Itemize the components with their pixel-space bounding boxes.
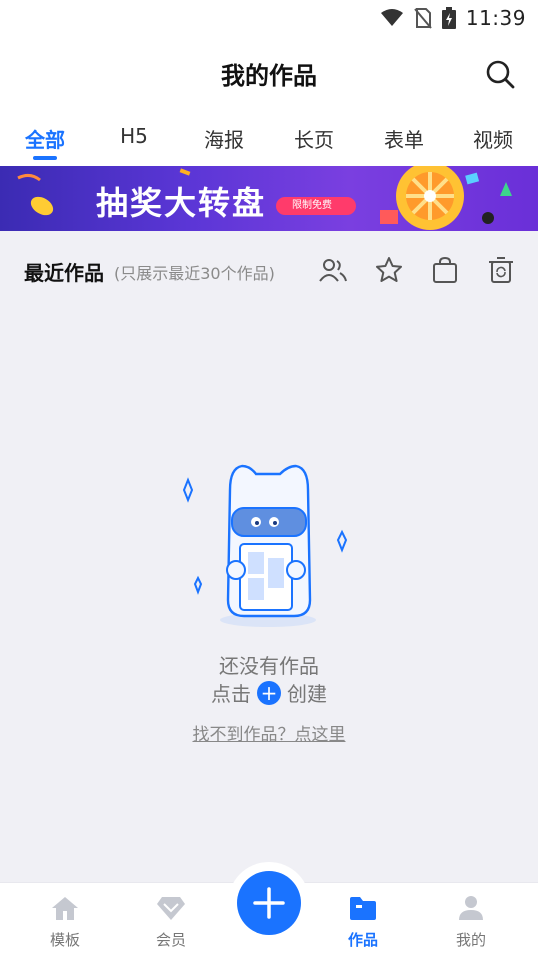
- tab-poster[interactable]: 海报: [179, 124, 269, 153]
- nav-mine[interactable]: 我的: [436, 895, 506, 950]
- section-note: (只展示最近30个作品): [114, 264, 275, 283]
- recent-works-header: 最近作品 (只展示最近30个作品): [0, 231, 538, 307]
- nav-label-mine: 我的: [455, 931, 486, 949]
- active-tab-indicator: [33, 156, 57, 160]
- tab-form[interactable]: 表单: [359, 124, 449, 153]
- status-time: 11:39: [465, 6, 526, 30]
- find-works-link[interactable]: 找不到作品？点这里: [0, 720, 538, 745]
- promo-banner[interactable]: 抽奖大转盘 限制免费: [0, 166, 538, 231]
- mascot-illustration: [182, 464, 348, 627]
- banner-title: 抽奖大转盘: [96, 184, 267, 222]
- house-icon: [52, 897, 78, 920]
- folder-icon: [350, 897, 376, 920]
- create-hint: 点击 + 创建: [0, 678, 538, 707]
- collaborators-icon[interactable]: [318, 255, 348, 285]
- tab-all[interactable]: 全部: [0, 124, 90, 153]
- battery-charging-icon: [441, 7, 456, 29]
- nav-membership[interactable]: 会员: [136, 895, 206, 950]
- empty-message: 还没有作品: [219, 654, 319, 678]
- no-sim-icon: [414, 8, 432, 29]
- page-title: 我的作品: [221, 62, 317, 90]
- create-hint-suffix: 创建: [287, 682, 327, 706]
- tab-video[interactable]: 视频: [448, 124, 538, 153]
- person-icon: [459, 896, 483, 920]
- nav-works[interactable]: 作品: [328, 895, 398, 950]
- confetti-decoration: [17, 166, 512, 230]
- recycle-bin-icon[interactable]: [486, 255, 516, 285]
- nav-label-works: 作品: [347, 931, 378, 949]
- create-hint-prefix: 点击: [211, 682, 251, 706]
- empty-state: 还没有作品 点击 + 创建 找不到作品？点这里: [0, 460, 538, 760]
- status-bar: 11:39: [0, 0, 538, 36]
- banner-tag: 限制免费: [276, 197, 356, 215]
- nav-label-templates: 模板: [49, 931, 80, 949]
- diamond-icon: [157, 897, 185, 920]
- category-tabs: 全部 H5 海报 长页 表单 视频: [0, 112, 538, 166]
- search-icon: [486, 60, 515, 89]
- bag-icon[interactable]: [430, 255, 460, 285]
- star-icon[interactable]: [374, 255, 404, 285]
- nav-templates[interactable]: 模板: [30, 895, 100, 950]
- create-button[interactable]: [237, 871, 301, 935]
- plus-icon: [253, 887, 285, 919]
- tab-long-page[interactable]: 长页: [269, 124, 359, 153]
- app-header: 我的作品: [0, 36, 538, 112]
- plus-icon: +: [257, 680, 281, 705]
- wifi-icon: [380, 9, 403, 26]
- search-button[interactable]: [484, 58, 516, 90]
- tab-h5[interactable]: H5: [89, 124, 179, 148]
- nav-label-membership: 会员: [155, 931, 186, 949]
- section-title: 最近作品: [24, 261, 104, 285]
- create-button-container: [228, 862, 310, 944]
